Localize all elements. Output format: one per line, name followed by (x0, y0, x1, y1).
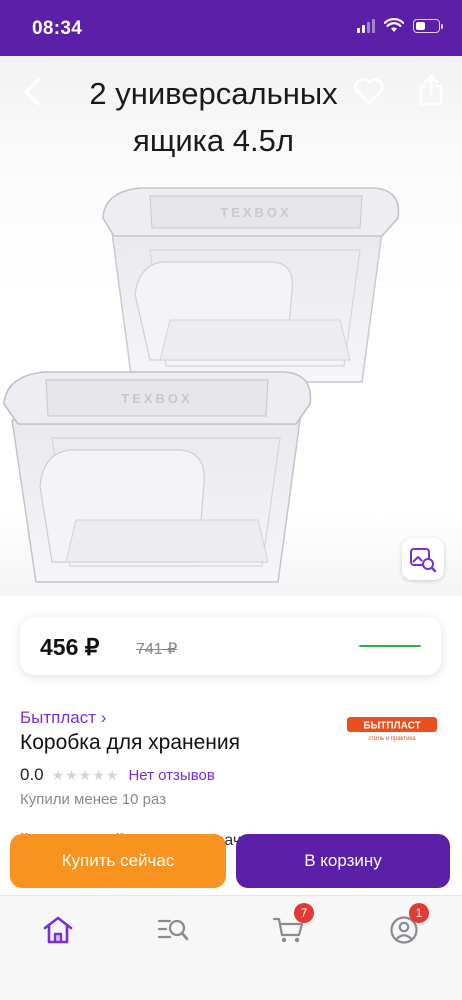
page-title: 2 универсальных ящика 4.5л (89, 76, 338, 158)
status-bar: 08:34 (0, 0, 462, 56)
product-name: Коробка для хранения (20, 731, 241, 754)
star-icon: ★ (105, 766, 119, 783)
home-icon (43, 916, 73, 944)
buy-now-button[interactable]: Купить сейчас (10, 834, 226, 888)
reviews-link[interactable]: Нет отзывов (128, 767, 214, 784)
star-icon: ★ (65, 766, 78, 783)
star-icon: ★ (92, 766, 105, 783)
share-icon (419, 74, 443, 106)
battery-icon (413, 18, 443, 33)
image-search-icon (410, 548, 437, 573)
price-current: 456 ₽ (40, 634, 100, 660)
purchases-count: Купили менее 10 раз (20, 791, 167, 808)
catalog-search-icon (157, 919, 189, 941)
chevron-right-icon: › (100, 708, 107, 727)
price-card: 456 ₽ 741 ₽ (20, 617, 441, 675)
status-time: 08:34 (32, 18, 83, 39)
cart-badge: 7 (294, 903, 314, 923)
rating-stars: ★ ★ ★ ★ ★ (52, 767, 119, 784)
brand-logo[interactable]: БЫТПЛАСТ стиль и практика (345, 715, 439, 743)
lid-embossing: TEXBOX (121, 391, 192, 406)
product-image[interactable]: TEXBOX TEXBOX (0, 170, 462, 590)
price-indicator (359, 645, 421, 647)
star-icon: ★ (51, 766, 65, 783)
wifi-icon (384, 18, 404, 32)
status-icons (357, 18, 443, 33)
star-icon: ★ (78, 766, 92, 783)
tab-cart[interactable]: 7 (264, 903, 314, 950)
brand-logo-tagline: стиль и практика (368, 736, 416, 742)
tab-profile[interactable]: 1 (379, 903, 429, 950)
tab-bar: 7 1 (0, 895, 462, 1000)
add-to-cart-button[interactable]: В корзину (236, 834, 450, 888)
brand-logo-text: БЫТПЛАСТ (363, 721, 420, 732)
tab-home[interactable] (33, 910, 83, 950)
brand-name: Бытпласт (20, 708, 97, 727)
favorite-button[interactable] (352, 74, 386, 108)
brand-link[interactable]: Бытпласт › (20, 708, 106, 728)
lid-embossing: TEXBOX (220, 205, 291, 220)
heart-icon (354, 78, 384, 105)
tab-catalog[interactable] (148, 910, 198, 950)
profile-badge: 1 (409, 903, 429, 923)
rating-value: 0.0 (20, 765, 44, 784)
rating-row: 0.0 ★ ★ ★ ★ ★ Нет отзывов (20, 765, 215, 785)
visual-search-button[interactable] (402, 538, 444, 580)
share-button[interactable] (414, 72, 448, 108)
price-old: 741 ₽ (136, 641, 178, 658)
cellular-signal-icon (357, 18, 375, 33)
